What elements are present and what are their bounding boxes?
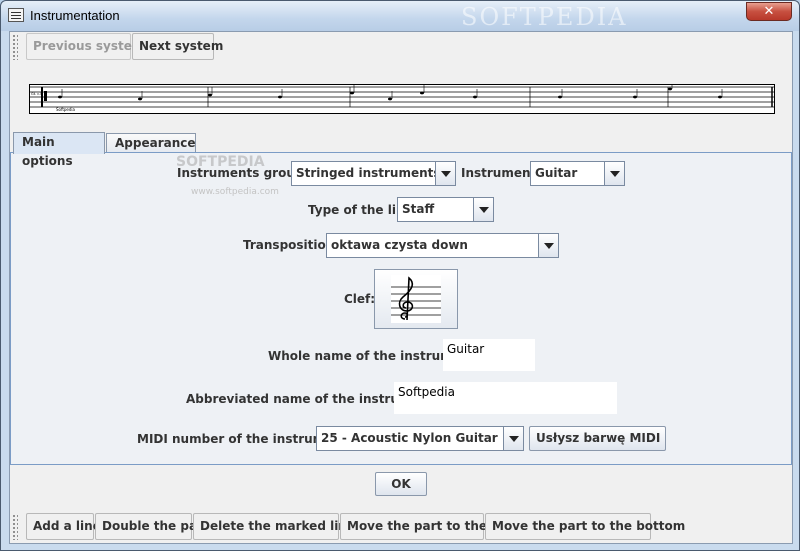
title-watermark: SOFTPEDIA <box>461 3 628 31</box>
tab-main-options[interactable]: Main options <box>13 132 105 168</box>
transposition-value: oktawa czysta down <box>331 238 468 252</box>
chevron-down-icon[interactable] <box>538 234 558 257</box>
chevron-down-icon[interactable] <box>604 162 624 185</box>
staff-preview: Gt. c.l. Softpedia <box>29 81 775 114</box>
close-icon: ✕ <box>763 4 775 19</box>
staff-line-label: Gt. c.l. <box>31 92 42 96</box>
instrument-value: Guitar <box>535 166 578 180</box>
instruments-group-label: Instruments group: <box>177 166 309 180</box>
bottom-toolbar-grip[interactable] <box>12 514 18 540</box>
treble-clef-icon <box>391 275 441 323</box>
clef-label: Clef: <box>344 292 376 306</box>
instrument-select[interactable]: Guitar <box>530 161 625 186</box>
score-icon <box>8 8 24 22</box>
move-part-top-button[interactable]: Move the part to the top <box>340 513 514 540</box>
staff-preview-graphic: Gt. c.l. Softpedia <box>30 81 774 112</box>
next-system-button[interactable]: Next system <box>132 33 223 60</box>
midi-value: 25 - Acoustic Nylon Guitar <box>321 431 498 445</box>
line-type-select[interactable]: Staff <box>397 197 494 222</box>
transposition-select[interactable]: oktawa czysta down <box>326 233 559 258</box>
instrumentation-window: Instrumentation SOFTPEDIA ✕ Previous sys… <box>0 0 800 551</box>
listen-midi-button[interactable]: Usłysz barwę MIDI <box>529 426 666 451</box>
instruments-group-value: Stringed instruments <box>296 166 441 180</box>
clef-button[interactable] <box>374 269 458 329</box>
move-part-bottom-button[interactable]: Move the part to the bottom <box>485 513 685 540</box>
dialog-body: Previous system Next system Gt. c.l. Sof… <box>9 31 793 544</box>
previous-system-button[interactable]: Previous system <box>26 33 144 60</box>
midi-select[interactable]: 25 - Acoustic Nylon Guitar <box>316 426 524 451</box>
chevron-down-icon[interactable] <box>473 198 493 221</box>
chevron-down-icon[interactable] <box>503 427 523 450</box>
abbrev-name-field[interactable]: Softpedia <box>394 382 617 414</box>
double-part-button[interactable]: Double the part <box>95 513 209 540</box>
window-title: Instrumentation <box>30 8 120 23</box>
instruments-group-select[interactable]: Stringed instruments <box>291 161 456 186</box>
tab-appearance[interactable]: Appearance <box>106 133 196 154</box>
ok-button[interactable]: OK <box>375 472 427 496</box>
delete-marked-lines-button[interactable]: Delete the marked lines <box>193 513 362 540</box>
title-bar[interactable]: Instrumentation SOFTPEDIA ✕ <box>1 1 799 31</box>
staff-abbrev-label: Softpedia <box>56 107 76 112</box>
main-options-panel: SOFTPEDIA www.softpedia.com Instruments … <box>10 152 792 465</box>
toolbar-grip[interactable] <box>12 34 18 60</box>
transposition-label: Transposition <box>243 238 335 252</box>
whole-name-value: Guitar <box>447 342 485 356</box>
chevron-down-icon[interactable] <box>435 162 455 185</box>
options-tabs: Main options Appearance SOFTPEDIA www.so… <box>10 132 792 467</box>
add-line-button[interactable]: Add a line <box>26 513 101 540</box>
abbrev-name-value: Softpedia <box>398 385 455 399</box>
line-type-value: Staff <box>402 202 435 216</box>
close-button[interactable]: ✕ <box>746 2 792 21</box>
panel-watermark-url: www.softpedia.com <box>191 187 279 197</box>
whole-name-field[interactable]: Guitar <box>443 339 535 371</box>
